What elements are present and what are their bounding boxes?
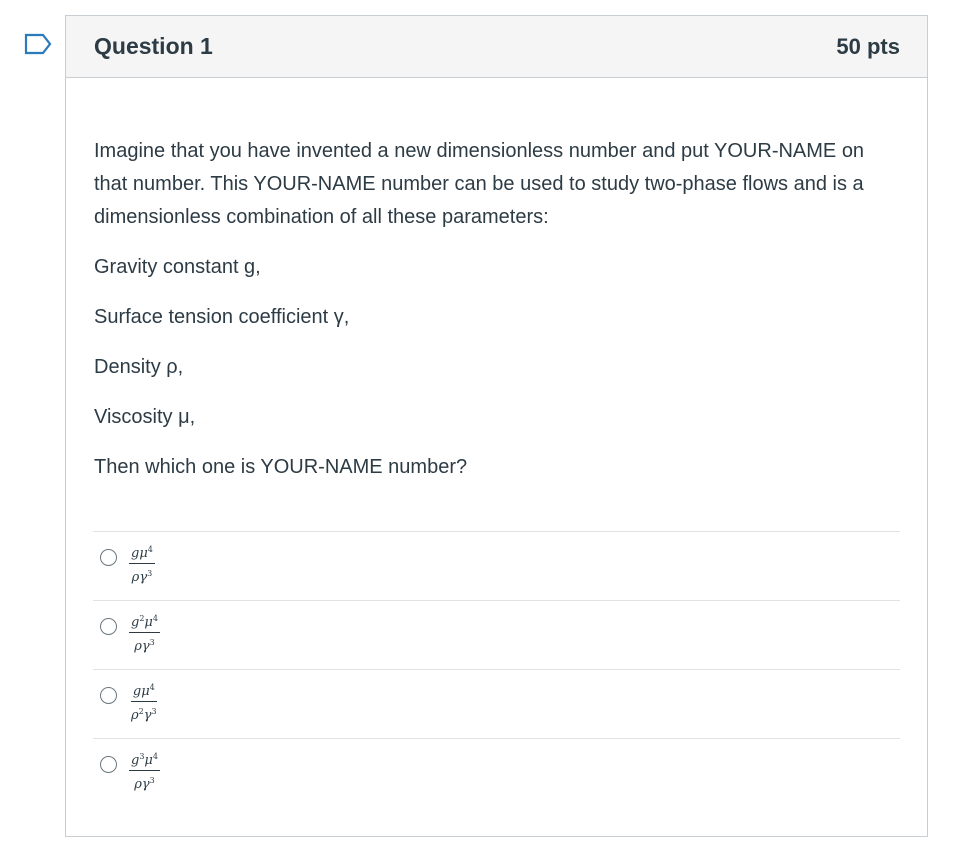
param-density: Density ρ, (94, 356, 184, 378)
question-card: Question 1 50 pts Imagine that you have … (65, 15, 928, 837)
radio-button[interactable] (100, 549, 117, 566)
question-title: Question 1 (94, 33, 213, 59)
answer-formula: g2μ4 ργ3 (129, 611, 160, 654)
answer-formula: gμ4 ργ3 (129, 542, 155, 585)
question-header: Question 1 50 pts (66, 16, 927, 78)
question-text: Imagine that you have invented a new dim… (66, 78, 927, 484)
flag-outline-icon[interactable] (24, 33, 52, 55)
answer-option-1[interactable]: gμ4 ργ3 (93, 531, 900, 600)
param-viscosity: Viscosity μ, (94, 406, 196, 428)
radio-button[interactable] (100, 687, 117, 704)
param-gravity: Gravity constant g, (94, 256, 261, 278)
answer-formula: gμ4 ρ2γ3 (129, 680, 159, 723)
radio-button[interactable] (100, 756, 117, 773)
question-prompt: Then which one is YOUR-NAME number? (94, 456, 468, 478)
answer-option-3[interactable]: gμ4 ρ2γ3 (93, 669, 900, 738)
answer-list: gμ4 ργ3 g2μ4 ργ3 gμ4 ρ2γ3 g3μ4 ργ3 (93, 531, 900, 807)
question-points: 50 pts (836, 33, 900, 59)
answer-formula: g3μ4 ργ3 (129, 749, 160, 792)
question-intro: Imagine that you have invented a new dim… (94, 140, 865, 228)
answer-option-4[interactable]: g3μ4 ργ3 (93, 738, 900, 807)
param-surface-tension: Surface tension coefficient γ, (94, 306, 350, 328)
answer-option-2[interactable]: g2μ4 ργ3 (93, 600, 900, 669)
radio-button[interactable] (100, 618, 117, 635)
